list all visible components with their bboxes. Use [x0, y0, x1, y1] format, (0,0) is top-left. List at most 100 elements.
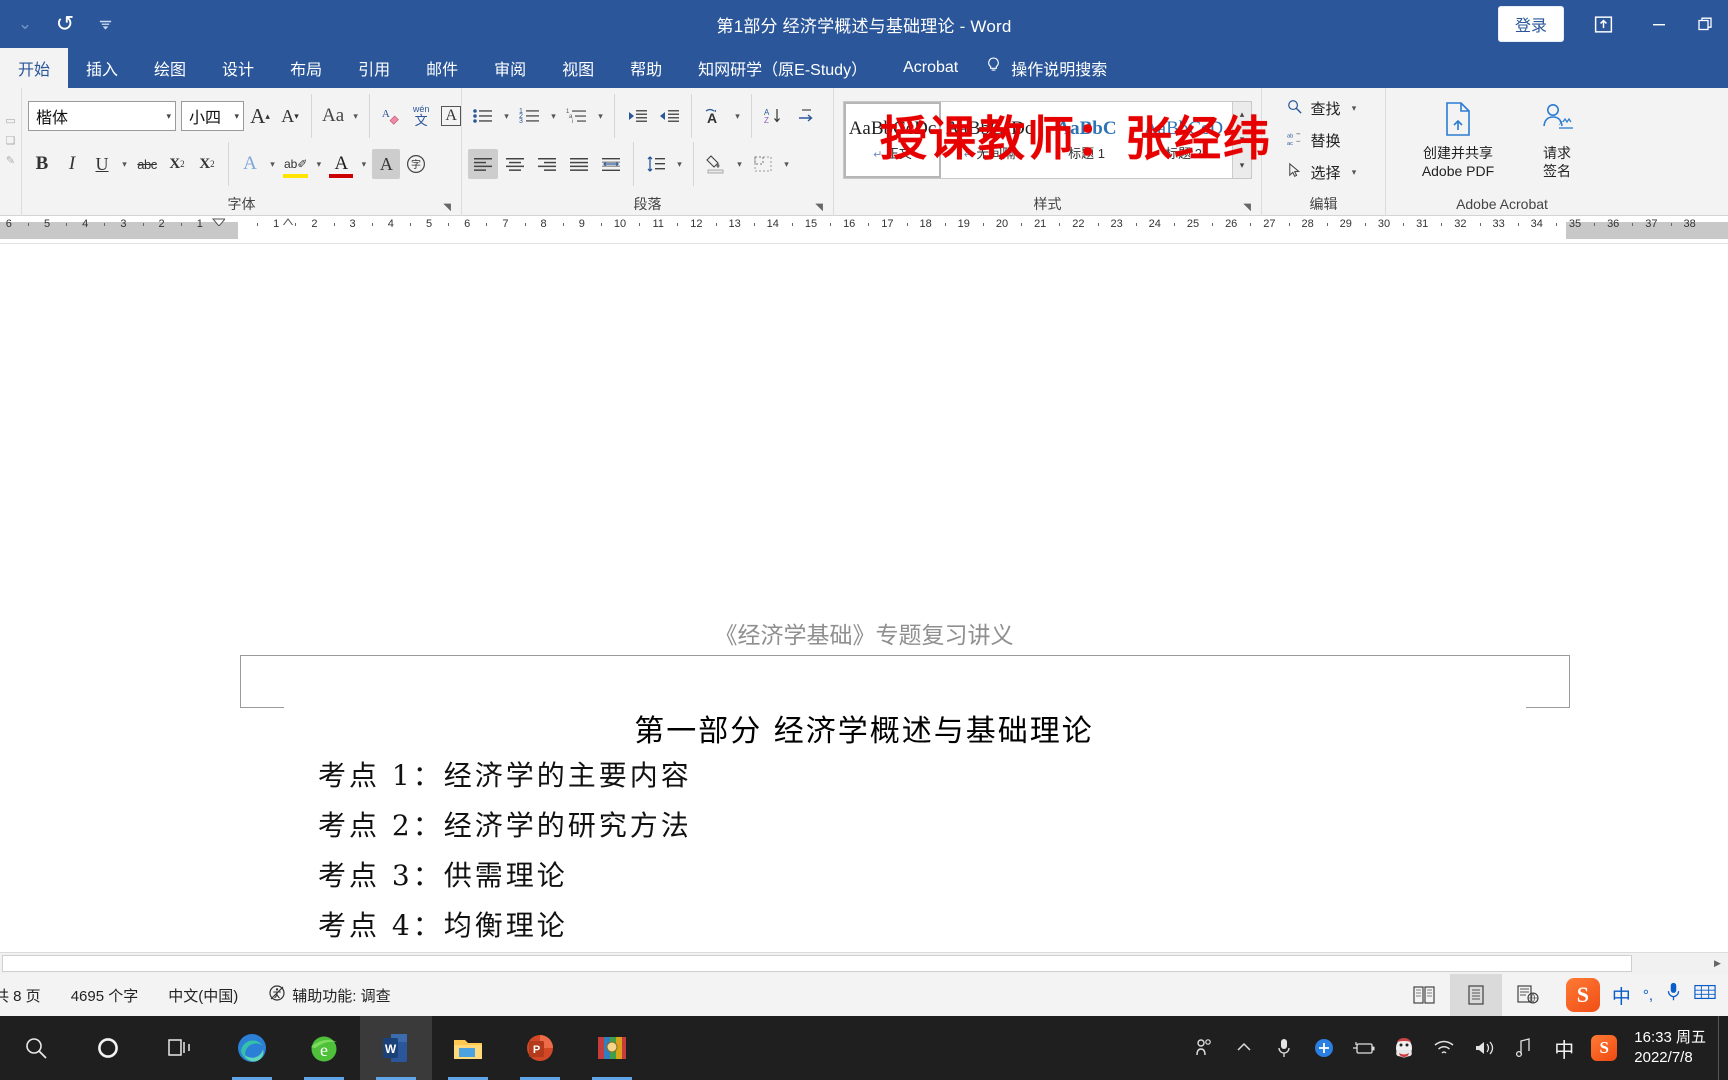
- outline-item-3[interactable]: 考点 3：供需理论: [318, 854, 568, 894]
- justify-button[interactable]: [564, 149, 594, 179]
- qq-icon[interactable]: [1384, 1016, 1424, 1080]
- show-hidden-icons-icon[interactable]: [1224, 1016, 1264, 1080]
- style-item-no-spacing[interactable]: AaBbCcDc ↵ 无间隔: [941, 102, 1038, 178]
- outline-item-1[interactable]: 考点 1：经济学的主要内容: [318, 754, 692, 794]
- ie-icon[interactable]: e: [288, 1016, 360, 1080]
- tab-acrobat[interactable]: Acrobat: [885, 48, 976, 88]
- gallery-scroll-down-icon[interactable]: ▾: [1233, 127, 1251, 152]
- character-shading-button[interactable]: A: [372, 149, 401, 179]
- copy-icon[interactable]: ❏: [6, 134, 16, 147]
- request-signature-button[interactable]: x 请求 签名: [1520, 100, 1594, 180]
- style-item-normal[interactable]: AaBbCcDc ↵ 正文: [844, 102, 941, 178]
- search-icon[interactable]: [0, 1016, 72, 1080]
- read-mode-view-button[interactable]: [1398, 974, 1450, 1016]
- wifi-icon[interactable]: [1424, 1016, 1464, 1080]
- grow-font-button[interactable]: A ▴: [246, 101, 274, 131]
- chevron-down-icon[interactable]: ▾: [1348, 167, 1361, 178]
- word-count-status[interactable]: 4695 个字: [71, 985, 139, 1006]
- cortana-icon[interactable]: [72, 1016, 144, 1080]
- change-case-button[interactable]: Aa: [319, 101, 347, 131]
- numbering-button[interactable]: 1 2 3: [515, 101, 545, 131]
- horizontal-scroll-thumb[interactable]: [2, 955, 1632, 972]
- multilevel-list-button[interactable]: 1 a i: [562, 101, 592, 131]
- style-item-heading-1[interactable]: AaBbC 标题 1: [1038, 102, 1135, 178]
- edge-icon[interactable]: [216, 1016, 288, 1080]
- bullets-button[interactable]: [468, 101, 498, 131]
- document-title-line[interactable]: 第一部分 经济学概述与基础理论: [0, 706, 1728, 750]
- page-count-status[interactable]: 共 8 页: [0, 985, 41, 1006]
- enclose-characters-button[interactable]: 字: [402, 149, 430, 179]
- align-center-button[interactable]: [500, 149, 530, 179]
- style-item-heading-2[interactable]: AaBbCcD 标题 2: [1135, 102, 1232, 178]
- outline-item-4[interactable]: 考点 4：均衡理论: [318, 904, 568, 944]
- create-and-share-pdf-button[interactable]: 创建并共享 Adobe PDF: [1410, 100, 1506, 180]
- tab-insert[interactable]: 插入: [68, 48, 136, 88]
- show-formatting-marks-button[interactable]: [791, 101, 821, 131]
- phonetic-guide-button[interactable]: wén 文: [407, 101, 435, 131]
- chevron-down-icon[interactable]: ▾: [731, 111, 744, 122]
- chevron-down-icon[interactable]: ▾: [733, 159, 746, 170]
- align-left-button[interactable]: [468, 149, 498, 179]
- gallery-scroll-up-icon[interactable]: ▴: [1233, 102, 1251, 127]
- ime-chinese-icon[interactable]: 中: [1544, 1016, 1584, 1080]
- tab-cnki-estudy[interactable]: 知网研学（原E-Study）: [680, 48, 885, 88]
- minimize-icon[interactable]: [1636, 0, 1682, 48]
- chevron-down-icon[interactable]: ▾: [349, 111, 362, 122]
- italic-button[interactable]: I: [58, 149, 86, 179]
- show-desktop-button[interactable]: [1718, 1016, 1728, 1080]
- tab-home[interactable]: 开始: [0, 48, 69, 88]
- clear-all-formatting-button[interactable]: A: [377, 101, 405, 131]
- microphone-icon[interactable]: [1665, 981, 1682, 1009]
- font-color-button[interactable]: A: [327, 149, 355, 179]
- first-line-indent-marker[interactable]: [212, 218, 225, 226]
- chevron-down-icon[interactable]: ▾: [312, 159, 325, 170]
- chevron-down-icon[interactable]: ▾: [1348, 103, 1361, 114]
- tab-mailings[interactable]: 邮件: [408, 48, 476, 88]
- chevron-down-icon[interactable]: ▾: [357, 159, 370, 170]
- tab-references[interactable]: 引用: [340, 48, 408, 88]
- line-and-paragraph-spacing-button[interactable]: [641, 149, 671, 179]
- font-size-input[interactable]: 小四 ▾: [181, 101, 244, 131]
- chevron-down-icon[interactable]: ▾: [266, 159, 279, 170]
- sogou-icon[interactable]: S: [1565, 978, 1600, 1012]
- chevron-down-icon[interactable]: ▾: [500, 111, 513, 122]
- battery-icon[interactable]: [1344, 1016, 1384, 1080]
- text-effects-button[interactable]: A: [236, 149, 264, 179]
- horizontal-ruler[interactable]: 6 5 4 3 2 1 1 2 3 4 5 6 7 8 9 10 11 12 13 14 15 16 17 18 19 20 21 2…: [0, 216, 1728, 244]
- tab-design[interactable]: 设计: [204, 48, 272, 88]
- distribute-button[interactable]: [596, 149, 626, 179]
- underline-button[interactable]: U: [88, 149, 116, 179]
- decrease-indent-button[interactable]: [622, 101, 652, 131]
- format-painter-icon[interactable]: ✎: [6, 154, 15, 167]
- paste-icon[interactable]: ▭: [5, 114, 15, 127]
- microphone-icon[interactable]: [1264, 1016, 1304, 1080]
- chevron-down-icon[interactable]: ▾: [780, 159, 793, 170]
- task-view-icon[interactable]: [144, 1016, 216, 1080]
- tab-help[interactable]: 帮助: [612, 48, 680, 88]
- outline-item-2[interactable]: 考点 2：经济学的研究方法: [318, 804, 692, 844]
- replace-button[interactable]: ab ac 替换: [1280, 125, 1366, 155]
- print-layout-view-button[interactable]: [1449, 974, 1502, 1016]
- winrar-icon[interactable]: [576, 1016, 648, 1080]
- tell-me-search[interactable]: 操作说明搜索: [976, 48, 1113, 88]
- word-icon[interactable]: W: [360, 1016, 432, 1080]
- chevron-down-icon[interactable]: ▾: [547, 111, 560, 122]
- restore-icon[interactable]: [1682, 0, 1728, 48]
- people-icon[interactable]: [1184, 1016, 1224, 1080]
- ribbon-display-options-icon[interactable]: [1586, 0, 1620, 48]
- strikethrough-button[interactable]: abc: [133, 149, 161, 179]
- superscript-button[interactable]: X2: [193, 149, 221, 179]
- sign-in-button[interactable]: 登录: [1497, 6, 1564, 42]
- web-layout-view-button[interactable]: [1502, 974, 1554, 1016]
- ime-mode-chinese[interactable]: 中: [1612, 982, 1631, 1009]
- tab-review[interactable]: 审阅: [476, 48, 544, 88]
- chevron-down-icon[interactable]: ▾: [594, 111, 607, 122]
- chevron-down-icon[interactable]: ▾: [118, 159, 131, 170]
- language-status[interactable]: 中文(中国): [168, 985, 238, 1006]
- music-icon[interactable]: [1504, 1016, 1544, 1080]
- document-page[interactable]: 《经济学基础》专题复习讲义 第一部分 经济学概述与基础理论 考点 1：经济学的主…: [0, 244, 1728, 958]
- chevron-down-icon[interactable]: ▾: [230, 111, 239, 122]
- text-highlight-color-button[interactable]: ab✐: [281, 149, 310, 179]
- document-canvas[interactable]: 《经济学基础》专题复习讲义 第一部分 经济学概述与基础理论 考点 1：经济学的主…: [0, 244, 1728, 958]
- select-button[interactable]: 选择 ▾: [1280, 157, 1366, 187]
